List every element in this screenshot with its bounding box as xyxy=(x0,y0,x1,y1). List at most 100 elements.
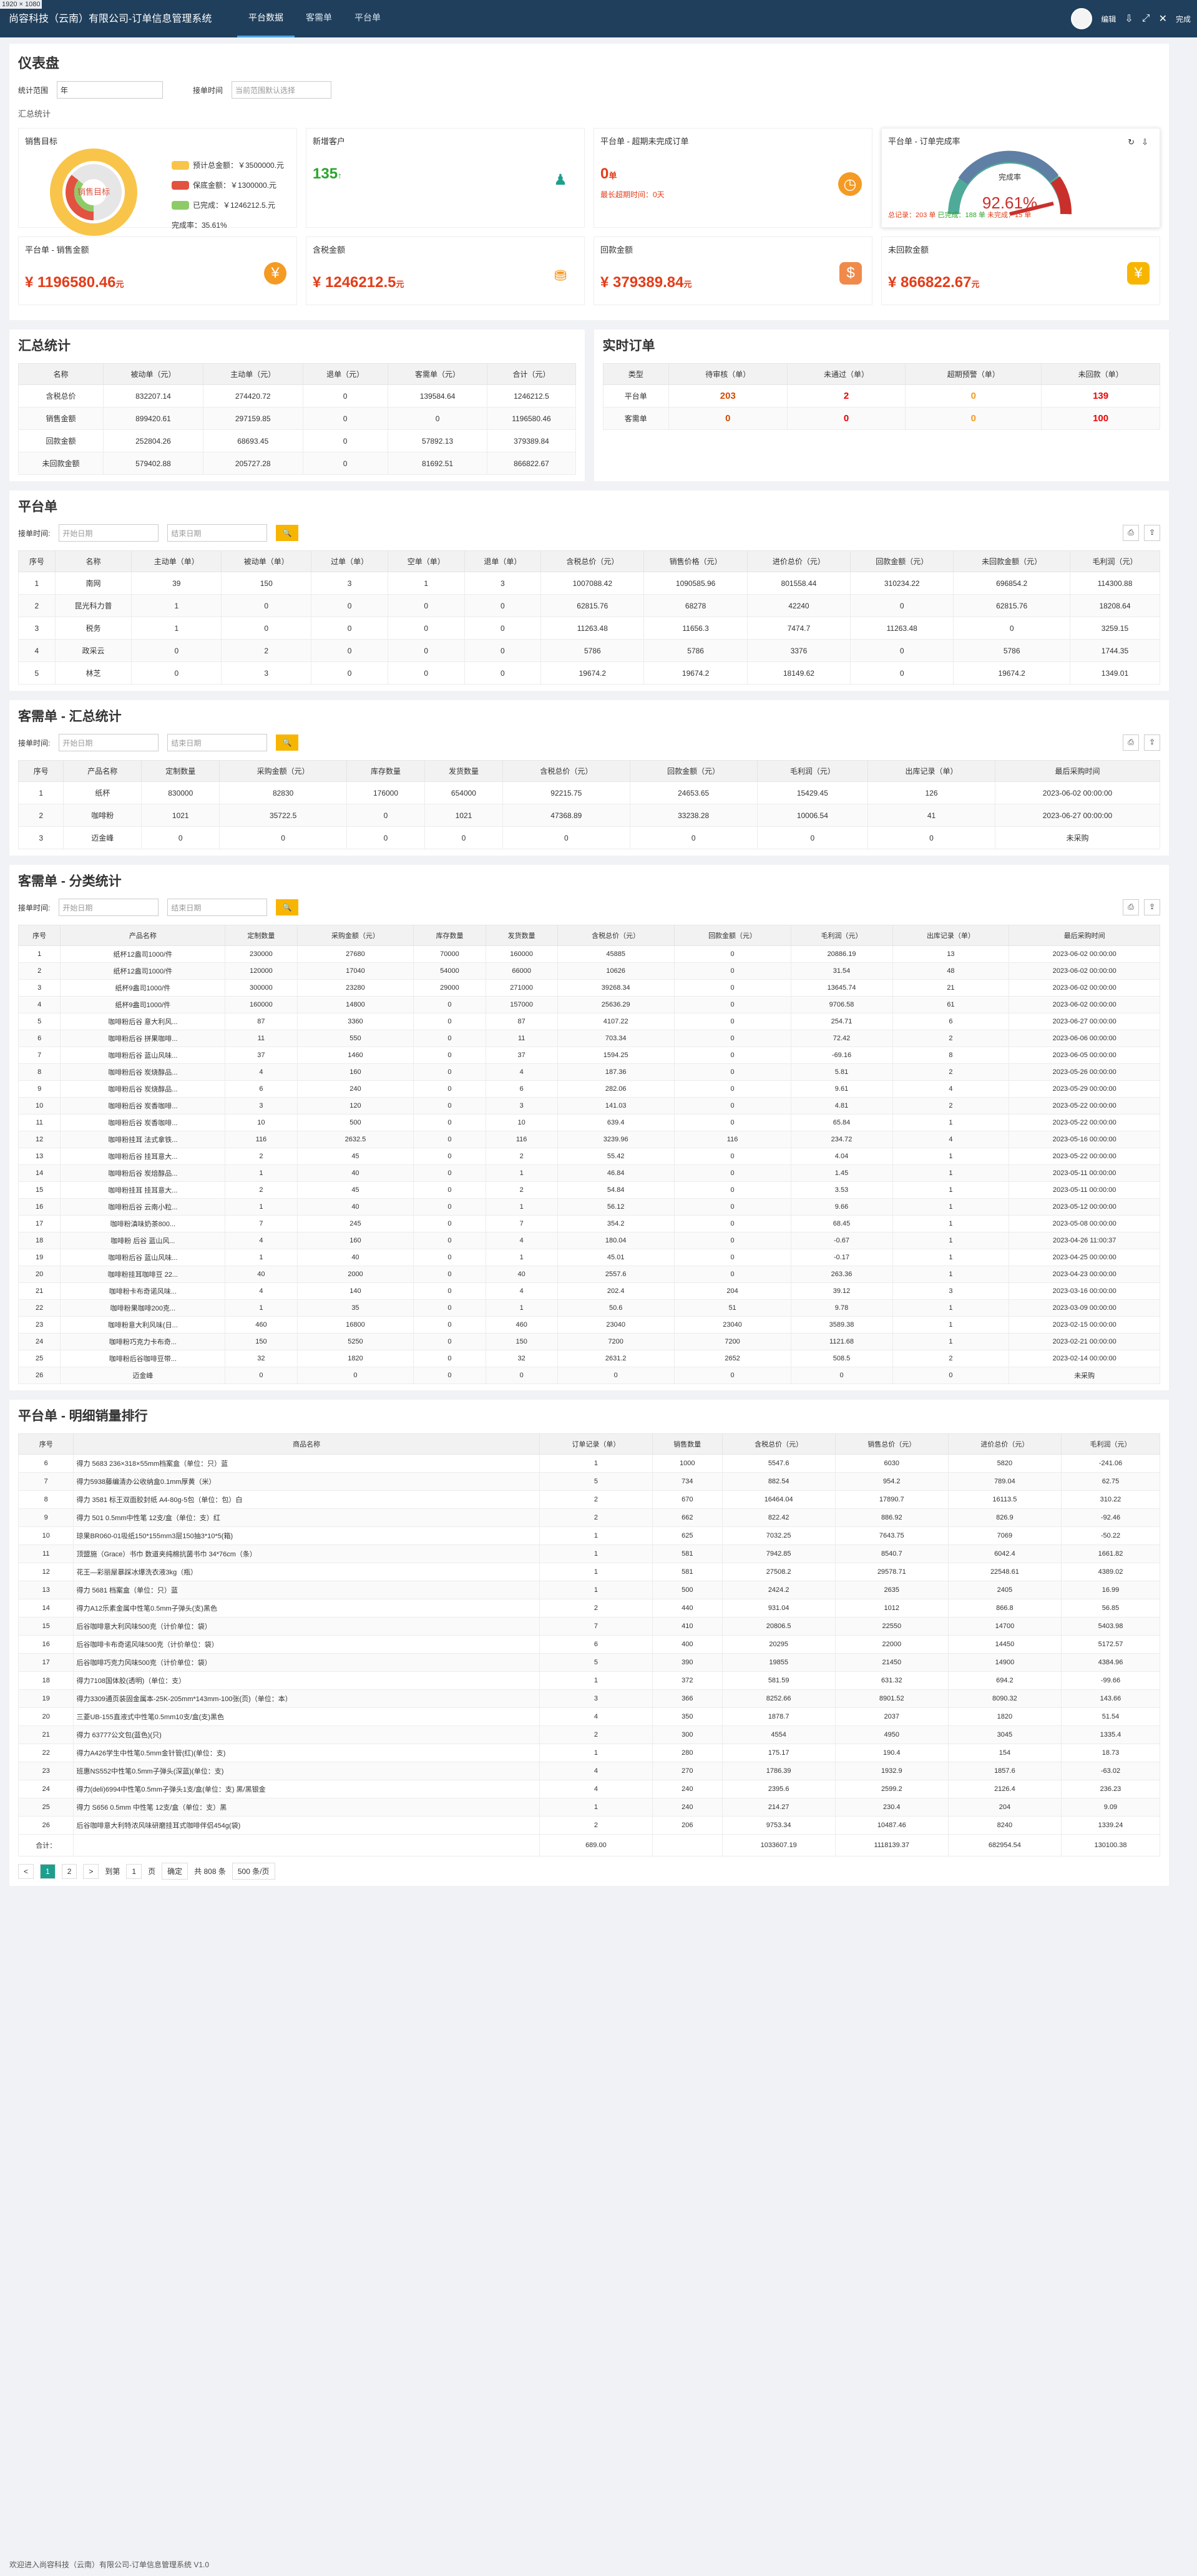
prev-page-button[interactable]: < xyxy=(18,1863,34,1879)
table-cell: 354.2 xyxy=(557,1215,675,1232)
table-cell: 372 xyxy=(652,1671,723,1690)
export-icon[interactable]: ⇪ xyxy=(1144,734,1160,751)
done-button[interactable]: 完成 xyxy=(1176,14,1191,24)
undone-count: 未完成：15 单 xyxy=(987,212,1032,219)
table-cell: 0 xyxy=(219,826,348,849)
export-icon[interactable]: ⇪ xyxy=(1144,899,1160,915)
table-cell: 4 xyxy=(892,1131,1010,1148)
range-select[interactable]: 年 xyxy=(57,81,164,99)
table-cell: 230.4 xyxy=(834,1798,949,1817)
table-cell: 140 xyxy=(296,1282,414,1300)
table-cell: 琼果BR060-01吸纸150*155mm3层150抽3*10*5(箱) xyxy=(73,1526,540,1545)
table-cell: 2023-06-02 00:00:00 xyxy=(1009,962,1160,980)
completion-rate: 完成率：35.61% xyxy=(172,221,227,230)
table-cell: 40 xyxy=(296,1164,414,1182)
column-header: 序号 xyxy=(17,925,61,946)
kx-summary-panel: 客需单 - 汇总统计 接单时间: 开始日期 结束日期 🔍 ⎙ ⇪ 序号 产品名称 定制… xyxy=(9,700,1169,856)
table-cell: 19855 xyxy=(721,1653,836,1672)
table-cell: 410 xyxy=(652,1617,723,1636)
end-date-input[interactable]: 结束日期 xyxy=(167,899,268,916)
confirm-button[interactable]: 确定 xyxy=(162,1863,188,1880)
table-cell: 0 xyxy=(464,639,542,662)
end-date-input[interactable]: 结束日期 xyxy=(167,734,268,751)
close-icon[interactable]: ✕ xyxy=(1159,12,1167,25)
search-button[interactable]: 🔍 xyxy=(276,899,299,915)
table-cell: 19674.2 xyxy=(953,661,1070,685)
table-cell: 0 xyxy=(302,452,388,475)
table-cell: 19 xyxy=(17,1689,74,1708)
table-cell: 2 xyxy=(892,1063,1010,1081)
table-cell: 24 xyxy=(17,1333,61,1350)
page-1-button[interactable]: 1 xyxy=(40,1863,56,1879)
start-date-input[interactable]: 开始日期 xyxy=(59,899,159,916)
table-cell: 2023-05-26 00:00:00 xyxy=(1009,1063,1160,1081)
table-cell: 7200 xyxy=(673,1333,791,1350)
table-cell: 6042.4 xyxy=(947,1544,1062,1563)
column-header: 最后采购时间 xyxy=(994,760,1161,782)
table-cell: 客需单 xyxy=(602,407,669,430)
realtime-table: 类型 待审核（单） 未通过（单） 超期预警（单） 未回款（单） 平台单 203 2 0 139 客需… xyxy=(602,363,1161,430)
table-row: 1 纸杯 830000 82830 176000 654000 92215.75 24653.… xyxy=(17,781,1161,804)
table-cell: 0 xyxy=(850,639,954,662)
table-cell: 22 xyxy=(17,1744,74,1762)
table-cell: 纸杯9盎司1000/件 xyxy=(60,979,226,997)
table-cell: 120 xyxy=(296,1097,414,1115)
table-cell: 得力7108国体胶(透明)（单位：支） xyxy=(73,1671,540,1690)
table-row: 16 咖啡粉后谷 云南小粒... 1 40 0 1 56.12 0 9.66 1 2023-05-1… xyxy=(17,1198,1160,1216)
table-cell: 8 xyxy=(17,1063,61,1081)
table-cell: 0 xyxy=(302,429,388,452)
page-2-button[interactable]: 2 xyxy=(61,1863,77,1879)
download-icon[interactable]: ⇩ xyxy=(1125,12,1133,25)
kx-summary-title: 客需单 - 汇总统计 xyxy=(18,710,122,724)
user-name[interactable]: 编辑 xyxy=(1101,14,1116,24)
total-cost: 682954.54 xyxy=(947,1834,1062,1856)
start-date-input[interactable]: 开始日期 xyxy=(59,734,159,751)
clock-icon: ◷ xyxy=(838,172,862,196)
goto-label: 到第 xyxy=(105,1867,120,1876)
print-icon[interactable]: ⎙ xyxy=(1123,525,1139,541)
time-input[interactable]: 当前范围默认选择 xyxy=(232,81,332,99)
table-cell: 7200 xyxy=(557,1333,675,1350)
table-cell: 顶盟施（Grace）书巾 数道夹纯棉抗菌书巾 34*76cm（条） xyxy=(73,1544,540,1563)
table-cell: 92215.75 xyxy=(502,781,630,804)
search-button[interactable]: 🔍 xyxy=(276,525,299,541)
export-icon[interactable]: ⇪ xyxy=(1144,525,1160,541)
print-icon[interactable]: ⎙ xyxy=(1123,734,1139,751)
table-cell: 2 xyxy=(539,1725,653,1744)
avatar[interactable] xyxy=(1071,8,1093,29)
tab-platform-data[interactable]: 平台数据 xyxy=(237,0,295,37)
table-cell: 0 xyxy=(387,639,465,662)
start-date-input[interactable]: 开始日期 xyxy=(59,524,159,542)
search-button[interactable]: 🔍 xyxy=(276,734,299,751)
tab-platform-orders[interactable]: 平台单 xyxy=(343,0,392,37)
next-page-button[interactable]: > xyxy=(83,1863,99,1879)
table-cell: 116 xyxy=(485,1131,558,1148)
table-cell: 5786 xyxy=(953,639,1070,662)
table-cell: 11656.3 xyxy=(643,617,748,640)
table-row: 22 得力A426学生中性笔0.5mm金针管(红)(单位：支) 1 280 175.17… xyxy=(17,1744,1161,1762)
completion-stats: 总记录：203 单 已完成：188 单 未完成：15 单 xyxy=(888,210,1031,220)
column-header: 含税总价（元） xyxy=(502,760,630,782)
page-input[interactable]: 1 xyxy=(126,1863,142,1879)
table-cell: 2023-05-12 00:00:00 xyxy=(1009,1198,1160,1216)
table-cell: 16 xyxy=(17,1635,74,1654)
table-cell: 2 xyxy=(221,639,312,662)
print-icon[interactable]: ⎙ xyxy=(1123,899,1139,915)
table-cell: 1349.01 xyxy=(1069,661,1161,685)
download-icon[interactable]: ⇩ xyxy=(1141,137,1148,147)
column-header: 序号 xyxy=(17,760,64,782)
column-header: 产品名称 xyxy=(60,925,226,946)
page-size-select[interactable]: 500 条/页 xyxy=(232,1863,275,1880)
table-row: 7 咖啡粉后谷 蓝山风味... 37 1460 0 37 1594.25 0 -69.16 8 20… xyxy=(17,1046,1160,1064)
main-content: 仪表盘 统计范围 年 接单时间 当前范围默认选择 汇总统计 销售目标 销售目标 xyxy=(9,44,1169,1895)
table-cell: 0 xyxy=(557,1367,675,1384)
table-cell: 886.92 xyxy=(834,1508,949,1527)
table-cell: 2023-06-05 00:00:00 xyxy=(1009,1046,1160,1064)
table-cell: 2635 xyxy=(834,1581,949,1599)
table-cell: 2652 xyxy=(673,1350,791,1367)
table-cell: 21450 xyxy=(834,1653,949,1672)
tab-customer-orders[interactable]: 客需单 xyxy=(295,0,343,37)
end-date-input[interactable]: 结束日期 xyxy=(167,524,268,542)
expand-icon[interactable]: ⤢ xyxy=(1142,13,1150,24)
refresh-icon[interactable]: ↻ xyxy=(1128,137,1135,147)
